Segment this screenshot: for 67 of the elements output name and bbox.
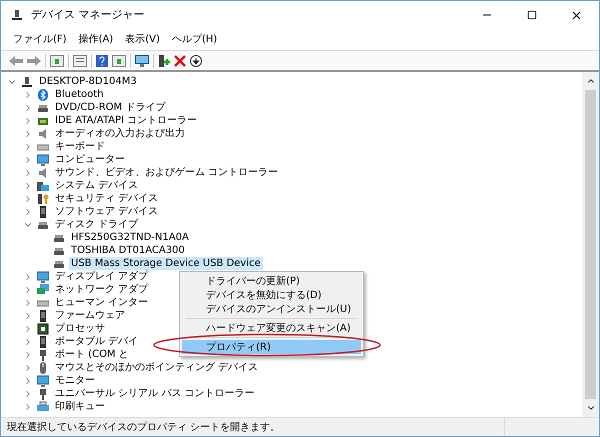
computer-icon <box>11 9 23 21</box>
monitor-icon <box>37 154 49 166</box>
tree-item[interactable]: プロセッサ <box>53 322 107 335</box>
list-icon[interactable] <box>73 54 87 66</box>
window-title: デバイス マネージャー <box>31 6 144 23</box>
device-icon <box>37 336 49 348</box>
tree-item[interactable]: ファームウェア <box>53 309 127 322</box>
menu-item[interactable]: ファイル(F) <box>13 32 67 46</box>
chip-icon <box>37 322 49 334</box>
tree-item[interactable]: DESKTOP-8D104M3 <box>37 75 139 88</box>
device-icon <box>37 310 49 322</box>
network-icon <box>37 284 49 296</box>
menu-item[interactable]: ドライバーの更新(P) <box>182 274 361 288</box>
monitor-icon <box>37 270 49 282</box>
printer-icon <box>37 400 49 412</box>
help-icon[interactable] <box>96 54 108 66</box>
tree-item[interactable]: オーディオの入力および出力 <box>53 127 187 140</box>
monitor-icon <box>37 374 49 386</box>
tree-item[interactable]: モニター <box>53 374 97 387</box>
tree-item[interactable]: ネットワーク アダプ <box>53 283 150 296</box>
tree-item[interactable]: ポート (COM と <box>53 348 131 361</box>
tree-item[interactable]: セキュリティ デバイス <box>53 192 160 205</box>
tree-item[interactable]: ユニバーサル シリアル バス コントローラー <box>53 387 257 400</box>
tree-item[interactable]: システム デバイス <box>53 179 140 192</box>
tree-item[interactable]: USB Mass Storage Device USB Device <box>69 257 263 270</box>
mouse-icon <box>37 362 49 374</box>
scrollbar-thumb[interactable] <box>585 90 596 399</box>
menu-item[interactable]: デバイスを無効にする(D) <box>182 288 361 302</box>
computer-icon <box>21 76 33 88</box>
menu-item[interactable]: プロパティ(R) <box>182 340 361 354</box>
status-text: 現在選択しているデバイスのプロパティ シートを開きます。 <box>6 420 282 434</box>
delete-x-icon[interactable] <box>174 54 186 66</box>
menu-item[interactable]: デバイスのアンインストール(U) <box>182 302 361 316</box>
tree-item[interactable]: サウンド、ビデオ、およびゲーム コントローラー <box>53 166 280 179</box>
tree-item[interactable]: ポータブル デバイ <box>53 335 140 348</box>
device-icon <box>37 206 49 218</box>
tree-item[interactable]: IDE ATA/ATAPI コントローラー <box>53 114 200 127</box>
tree-item[interactable]: ヒューマン インター <box>53 296 150 309</box>
tree-item[interactable]: TOSHIBA DT01ACA300 <box>69 244 187 257</box>
tree-item[interactable]: ディスプレイ アダプ <box>53 270 150 283</box>
menu-item[interactable]: ハードウェア変更のスキャン(A) <box>182 321 361 335</box>
plug-icon <box>37 388 49 400</box>
window-icon[interactable] <box>112 54 126 66</box>
forward-arrow-icon[interactable] <box>27 54 41 66</box>
download-circle-icon[interactable] <box>190 54 202 66</box>
tree-item[interactable]: コンピューター <box>53 153 127 166</box>
key-icon <box>37 192 49 204</box>
speaker-icon <box>37 166 49 178</box>
tree-item[interactable]: ディスク ドライブ <box>53 218 140 231</box>
menu-item[interactable]: 操作(A) <box>78 32 114 46</box>
tree-item[interactable]: ソフトウェア デバイス <box>53 205 160 218</box>
scrollbar[interactable] <box>582 72 599 417</box>
tree-item[interactable]: DVD/CD-ROM ドライブ <box>53 101 168 114</box>
tree-item[interactable]: キーボード <box>53 140 107 153</box>
monitor-icon[interactable] <box>135 54 149 66</box>
tree-item[interactable]: マウスとそのほかのポインティング デバイス <box>53 361 260 374</box>
tree-item[interactable]: HFS250G32TND-N1A0A <box>69 231 191 244</box>
plug-icon <box>37 348 49 360</box>
tree-item[interactable]: 印刷キュー <box>53 400 107 413</box>
window-icon[interactable] <box>50 54 64 66</box>
tree-item[interactable]: Bluetooth <box>53 88 106 101</box>
speaker-icon <box>37 128 49 140</box>
bluetooth-icon <box>37 88 49 100</box>
menu-item[interactable]: ヘルプ(H) <box>172 32 218 46</box>
back-arrow-icon[interactable] <box>9 54 23 66</box>
add-device-icon[interactable] <box>158 54 170 66</box>
menu-item[interactable]: 表示(V) <box>125 32 160 46</box>
